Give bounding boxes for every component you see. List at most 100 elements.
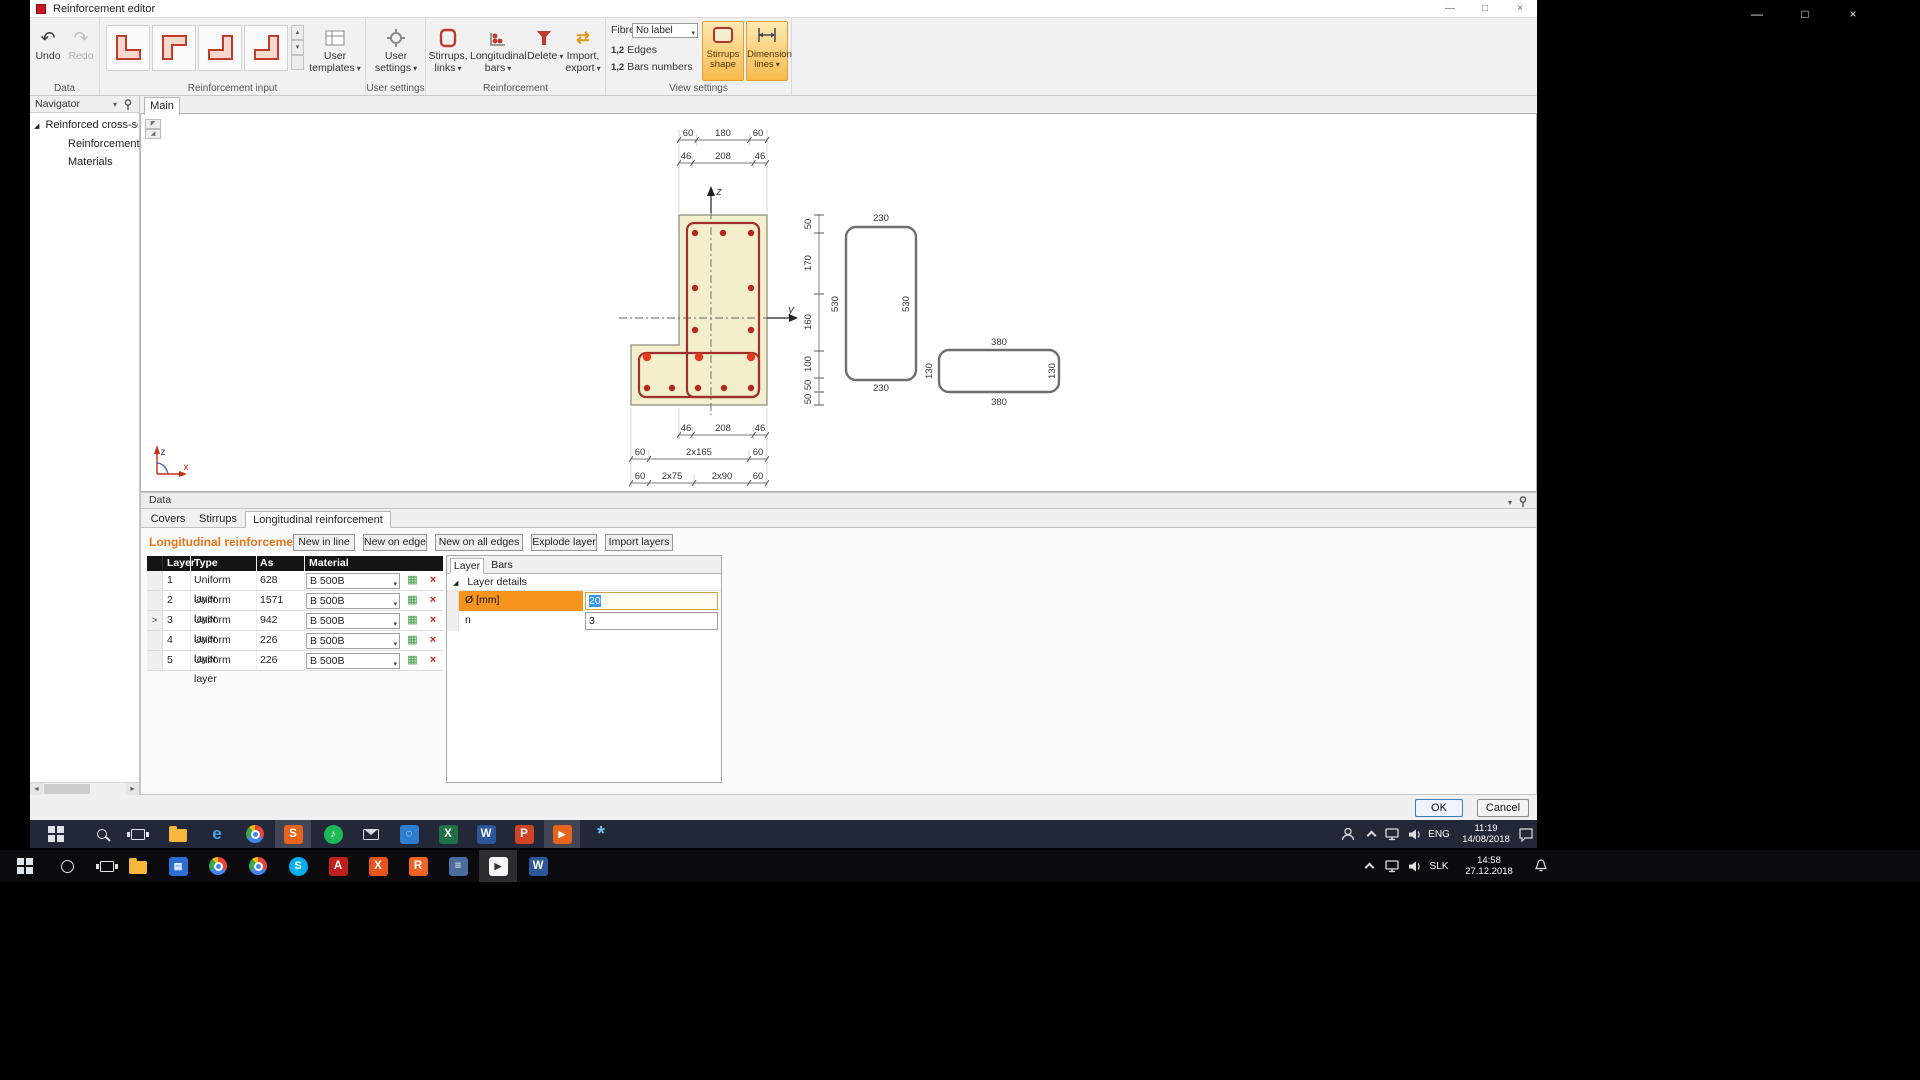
new-in-line-button[interactable]: New in line — [293, 534, 355, 551]
undo-button[interactable]: ↶ Undo — [32, 22, 64, 84]
scroll-right-button[interactable]: ▸ — [126, 783, 139, 795]
delete-layer-button[interactable]: × — [423, 631, 443, 650]
action-center-button[interactable] — [1516, 820, 1536, 848]
template-scroll-down-button[interactable]: ▾ — [291, 40, 304, 55]
diameter-input[interactable]: 20 — [585, 592, 718, 610]
expander-icon[interactable]: ◢ — [34, 123, 39, 130]
new-on-all-edges-button[interactable]: New on all edges — [435, 534, 523, 551]
volume-tray-button[interactable] — [1404, 850, 1424, 882]
user-templates-button[interactable]: User templates ▾ — [308, 22, 362, 84]
powerpoint-button[interactable]: P — [506, 820, 542, 848]
search-button[interactable] — [48, 850, 86, 882]
fibre-dropdown[interactable]: No label ▾ — [632, 23, 698, 38]
tab-main[interactable]: Main — [144, 97, 180, 115]
navigator-hscrollbar[interactable]: ◂ ▸ — [30, 782, 139, 795]
material-dropdown[interactable]: B 500B ▾ — [306, 653, 400, 669]
material-dropdown[interactable]: B 500B ▾ — [306, 613, 400, 629]
drawing-canvas[interactable]: ◤ ◢ z y 60 180 60 46 208 46 46 208 46 60… — [140, 114, 1537, 492]
template-scroll-more-button[interactable] — [291, 55, 304, 70]
people-button[interactable] — [1336, 820, 1360, 848]
template-1-button[interactable] — [106, 25, 150, 71]
x-app-button[interactable]: X — [359, 850, 397, 882]
ok-button[interactable]: OK — [1415, 799, 1463, 817]
start-button[interactable] — [6, 850, 44, 882]
template-3-button[interactable] — [198, 25, 242, 71]
video-app-button[interactable]: ▶ — [544, 820, 580, 848]
tree-item-materials[interactable]: Materials — [68, 156, 113, 168]
edit-layer-button[interactable]: ▦ — [402, 571, 423, 590]
search-button[interactable] — [84, 820, 120, 848]
chrome-button[interactable] — [199, 850, 237, 882]
file-explorer-button[interactable] — [160, 820, 196, 848]
template-2-button[interactable] — [152, 25, 196, 71]
tree-item-reinforcement[interactable]: Reinforcement — [68, 138, 140, 150]
scroll-thumb[interactable] — [44, 784, 90, 794]
close-button[interactable]: × — [1505, 0, 1535, 17]
edges-toggle[interactable]: 1,2 Edges — [611, 44, 657, 56]
start-button[interactable] — [38, 820, 74, 848]
chrome-button[interactable] — [237, 820, 273, 848]
outer-minimize-button[interactable]: — — [1735, 2, 1779, 26]
user-settings-button[interactable]: User settings ▾ — [369, 22, 423, 84]
bars-numbers-toggle[interactable]: 1,2 Bars numbers — [611, 61, 693, 73]
browser-e-button[interactable]: e — [199, 820, 235, 848]
video-player-button[interactable]: ▶ — [479, 850, 517, 882]
material-dropdown[interactable]: B 500B ▾ — [306, 573, 400, 589]
import-export-button[interactable]: ⇄ Import, export ▾ — [562, 22, 604, 84]
clock[interactable]: 11:19 14/08/2018 — [1454, 820, 1518, 848]
edit-layer-button[interactable]: ▦ — [402, 651, 423, 670]
display-tray-button[interactable] — [1382, 850, 1402, 882]
r-app-button[interactable]: R — [399, 850, 437, 882]
pin-icon[interactable] — [123, 99, 133, 110]
edit-layer-button[interactable]: ▦ — [402, 611, 423, 630]
count-input[interactable]: 3 — [585, 612, 718, 630]
floppy-app-button[interactable]: ▤ — [159, 850, 197, 882]
table-row[interactable]: 5 Uniform layer 226 B 500B ▾ ▦ × — [147, 651, 443, 685]
expander-icon[interactable]: ◢ — [453, 580, 458, 587]
minimize-button[interactable]: — — [1435, 0, 1465, 17]
delete-layer-button[interactable]: × — [423, 571, 443, 590]
clock[interactable]: 14:58 27.12.2018 — [1454, 850, 1524, 882]
table-row[interactable]: 1 Uniform layer 628 B 500B ▾ ▦ × — [147, 571, 443, 605]
template-scroll-up-button[interactable]: ▴ — [291, 25, 304, 40]
longitudinal-bars-button[interactable]: Longitudinal bars ▾ — [470, 22, 527, 84]
table-row[interactable]: 2 Uniform layer 1571 B 500B ▾ ▦ × — [147, 591, 443, 625]
settings-app-button[interactable]: * — [583, 820, 619, 848]
tree-item-reinforced-cross-section[interactable]: ◢ Reinforced cross-se — [34, 119, 138, 131]
cancel-button[interactable]: Cancel — [1477, 799, 1529, 817]
delete-button[interactable]: Delete ▾ — [527, 22, 563, 84]
notes-app-button[interactable]: ≡ — [439, 850, 477, 882]
explode-layer-button[interactable]: Explode layer — [531, 534, 597, 551]
edit-layer-button[interactable]: ▦ — [402, 591, 423, 610]
excel-button[interactable]: X — [430, 820, 466, 848]
tab-longitudinal-reinforcement[interactable]: Longitudinal reinforcement — [245, 511, 391, 528]
stirrups-shape-toggle[interactable]: Stirrups shape — [702, 21, 744, 81]
material-dropdown[interactable]: B 500B ▾ — [306, 593, 400, 609]
volume-tray-button[interactable] — [1404, 820, 1424, 848]
import-layers-button[interactable]: Import layers — [605, 534, 673, 551]
outer-restore-button[interactable]: □ — [1783, 2, 1827, 26]
outer-close-button[interactable]: × — [1831, 2, 1875, 26]
tab-bars[interactable]: Bars — [486, 558, 518, 574]
mail-button[interactable] — [353, 820, 389, 848]
s-app-button[interactable]: S — [275, 820, 311, 848]
display-tray-button[interactable] — [1382, 820, 1402, 848]
layer-details-group[interactable]: ◢ Layer details — [447, 574, 721, 591]
material-dropdown[interactable]: B 500B ▾ — [306, 633, 400, 649]
chrome-button-2[interactable] — [239, 850, 277, 882]
redo-button[interactable]: ↷ Redo — [65, 22, 97, 84]
tab-layer[interactable]: Layer — [450, 558, 484, 574]
language-indicator[interactable]: ENG — [1426, 820, 1452, 848]
notifications-button[interactable] — [1530, 850, 1552, 882]
tray-expand-button[interactable] — [1362, 820, 1380, 848]
table-row[interactable]: 4 Uniform layer 226 B 500B ▾ ▦ × — [147, 631, 443, 665]
edit-layer-button[interactable]: ▦ — [402, 631, 423, 650]
blue-app-button[interactable]: ◌ — [391, 820, 427, 848]
scroll-left-button[interactable]: ◂ — [30, 783, 43, 795]
new-on-edge-button[interactable]: New on edge — [363, 534, 427, 551]
word-button[interactable]: W — [519, 850, 557, 882]
chevron-down-icon[interactable]: ▾ — [113, 97, 117, 113]
tab-covers[interactable]: Covers — [145, 511, 191, 528]
table-row-selected[interactable]: > 3 Uniform layer 942 B 500B ▾ ▦ × — [147, 611, 443, 645]
chevron-down-icon[interactable]: ▾ — [1508, 495, 1512, 510]
